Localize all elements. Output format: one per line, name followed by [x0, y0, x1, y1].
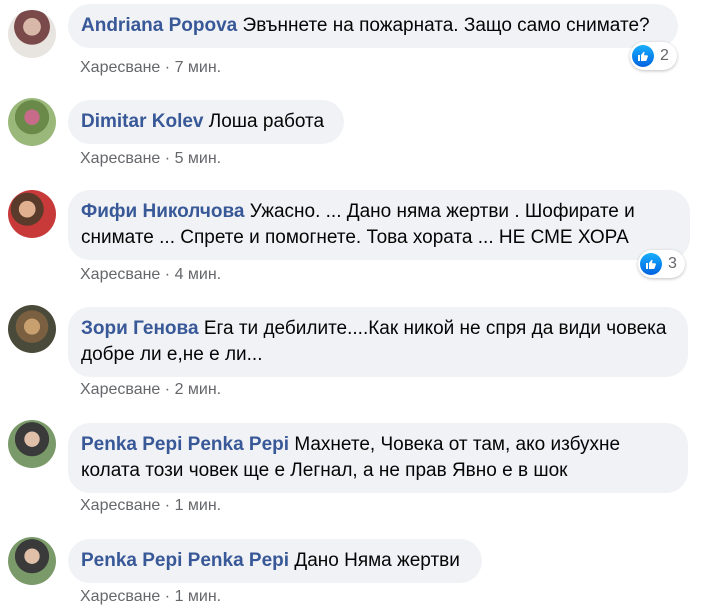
- comment-author[interactable]: Фифи Николчова: [81, 201, 245, 222]
- comment-time[interactable]: 7 мин.: [175, 59, 222, 76]
- meta-separator: ·: [164, 150, 171, 167]
- avatar[interactable]: [8, 98, 56, 146]
- thumbs-up-icon: [640, 253, 662, 275]
- comment-meta: Харесване · 5 мин.: [80, 149, 221, 169]
- comment-text: Дано Няма жертви: [294, 550, 460, 571]
- reaction-count: 2: [660, 47, 669, 64]
- comment-author[interactable]: Зори Генова: [81, 318, 199, 339]
- comment-time[interactable]: 4 мин.: [175, 266, 222, 283]
- reaction-count: 3: [668, 255, 677, 272]
- like-link[interactable]: Харесване: [80, 497, 160, 514]
- comment-bubble: Фифи Николчова Ужасно. ... Дано няма жер…: [68, 190, 690, 260]
- comment-author[interactable]: Penka Pepi Penka Pepi: [81, 550, 289, 571]
- avatar[interactable]: [8, 420, 56, 468]
- comment-author[interactable]: Andriana Popova: [81, 15, 237, 36]
- comment-author[interactable]: Penka Pepi Penka Pepi: [81, 434, 289, 455]
- meta-separator: ·: [164, 266, 171, 283]
- meta-separator: ·: [164, 381, 171, 398]
- comment-bubble: Dimitar Kolev Лоша работа: [68, 100, 344, 144]
- comment-meta: Харесване · 1 мин.: [80, 496, 221, 516]
- avatar[interactable]: [8, 190, 56, 238]
- comment-bubble: Penka Pepi Penka Pepi Махнете, Човека от…: [68, 423, 688, 493]
- meta-separator: ·: [164, 497, 171, 514]
- comment-meta: Харесване · 1 мин.: [80, 587, 221, 607]
- comment-author[interactable]: Dimitar Kolev: [81, 111, 203, 132]
- reactions-badge[interactable]: 2: [630, 42, 677, 70]
- comment-text: Эвъннете на пожарната. Защо само снимате…: [242, 15, 650, 36]
- comment-bubble: Andriana Popova Эвъннете на пожарната. З…: [68, 4, 678, 48]
- comment-text: Лоша работа: [208, 111, 325, 132]
- comment-bubble: Зори Генова Ега ти дебилите....Как никой…: [68, 307, 688, 377]
- comment-meta: Харесване · 2 мин.: [80, 380, 221, 400]
- like-link[interactable]: Харесване: [80, 59, 160, 76]
- avatar[interactable]: [8, 537, 56, 585]
- comment-time[interactable]: 1 мин.: [175, 588, 222, 605]
- avatar[interactable]: [8, 305, 56, 353]
- comment-time[interactable]: 1 мин.: [175, 497, 222, 514]
- comment-time[interactable]: 5 мин.: [175, 150, 222, 167]
- reactions-badge[interactable]: 3: [638, 250, 685, 278]
- comment-bubble: Penka Pepi Penka Pepi Дано Няма жертви: [68, 539, 482, 583]
- like-link[interactable]: Харесване: [80, 266, 160, 283]
- comment-time[interactable]: 2 мин.: [175, 381, 222, 398]
- avatar[interactable]: [8, 10, 56, 58]
- like-link[interactable]: Харесване: [80, 381, 160, 398]
- meta-separator: ·: [164, 588, 171, 605]
- meta-separator: ·: [164, 59, 171, 76]
- comment-meta: Харесване · 4 мин.: [80, 265, 221, 285]
- like-link[interactable]: Харесване: [80, 150, 160, 167]
- comment-meta: Харесване · 7 мин.: [80, 58, 221, 78]
- like-link[interactable]: Харесване: [80, 588, 160, 605]
- thumbs-up-icon: [632, 45, 654, 67]
